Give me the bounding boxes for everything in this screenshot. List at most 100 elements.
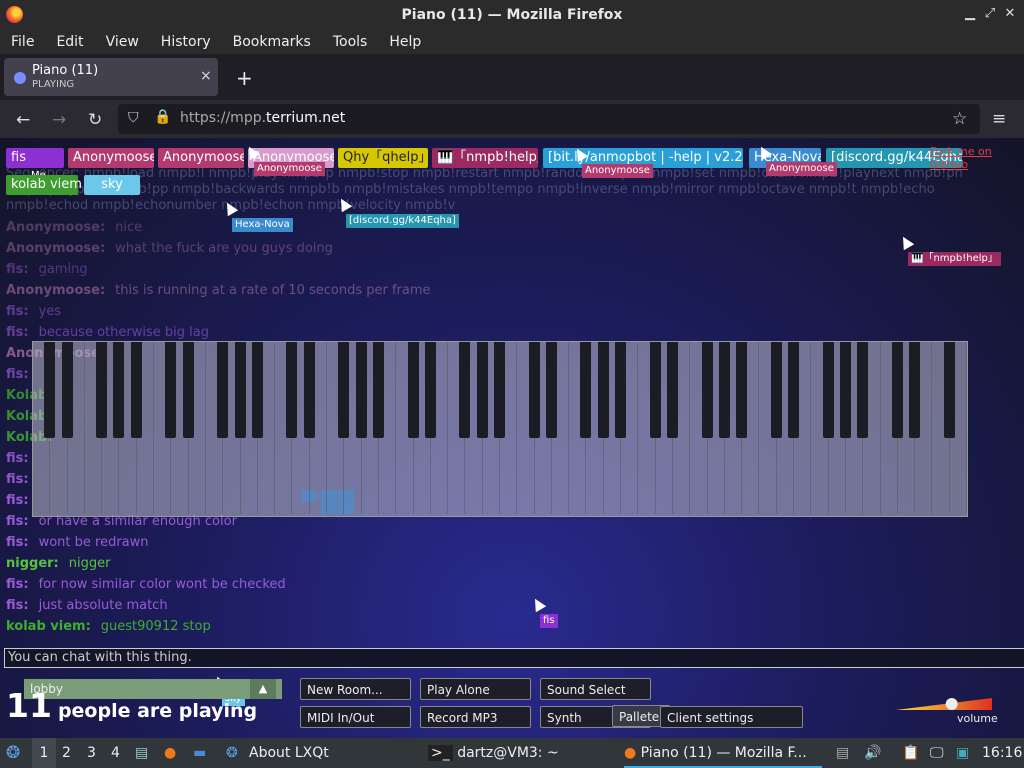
black-key[interactable]: [857, 342, 869, 438]
desktop-icon[interactable]: ▬: [193, 738, 206, 768]
black-key[interactable]: [839, 342, 851, 438]
clipboard-icon[interactable]: 📋: [902, 738, 919, 768]
cursor-name-tag: Anonymoose: [582, 164, 653, 178]
user-label[interactable]: 🎹「nmpb!help」: [432, 148, 538, 168]
black-key[interactable]: [649, 342, 661, 438]
black-key[interactable]: [597, 342, 609, 438]
record-mp3-button[interactable]: Record MP3: [420, 706, 531, 728]
monitor-icon[interactable]: 🖵: [930, 738, 944, 768]
black-key[interactable]: [338, 342, 350, 438]
black-key[interactable]: [736, 342, 748, 438]
reload-icon[interactable]: ↻: [88, 110, 102, 130]
chat-text: just absolute match: [38, 598, 168, 613]
workspace-4[interactable]: 4: [111, 738, 120, 768]
black-key[interactable]: [96, 342, 108, 438]
black-key[interactable]: [407, 342, 419, 438]
close-window-icon[interactable]: ✕: [1002, 6, 1018, 22]
black-key[interactable]: [580, 342, 592, 438]
black-key[interactable]: [545, 342, 557, 438]
black-key[interactable]: [718, 342, 730, 438]
back-icon[interactable]: ←: [16, 110, 30, 130]
maximize-icon[interactable]: ⤢: [982, 6, 998, 22]
black-key[interactable]: [286, 342, 298, 438]
taskbar: ❂ 1 2 3 4 ▤ ● ▬ ❂ About LXQt >_ dartz@VM…: [0, 738, 1024, 768]
client-settings-button[interactable]: Client settings: [660, 706, 803, 728]
menu-tools[interactable]: Tools: [322, 34, 379, 50]
chat-message: kolab viem: guest90912 stop: [6, 619, 211, 634]
black-key[interactable]: [61, 342, 73, 438]
network-icon[interactable]: ▣: [956, 738, 969, 768]
midi-button[interactable]: MIDI In/Out: [300, 706, 411, 728]
black-key[interactable]: [372, 342, 384, 438]
black-key[interactable]: [615, 342, 627, 438]
black-key[interactable]: [355, 342, 367, 438]
fork-github-link[interactable]: Fork me on GitHub: [930, 145, 1024, 171]
black-key[interactable]: [528, 342, 540, 438]
workspace-3[interactable]: 3: [87, 738, 96, 768]
lock-icon[interactable]: 🔒: [154, 109, 171, 125]
taskbar-terminal[interactable]: >_ dartz@VM3: ~: [428, 738, 559, 768]
speaker-icon[interactable]: 🔊: [864, 738, 881, 768]
user-label[interactable]: Qhy「qhelp」: [338, 148, 428, 168]
tray-arrow-icon[interactable]: ▤: [836, 738, 849, 768]
menu-bookmarks[interactable]: Bookmarks: [222, 34, 322, 50]
user-label[interactable]: fis: [6, 148, 64, 168]
chat-input[interactable]: You can chat with this thing.: [4, 648, 1024, 668]
play-alone-button[interactable]: Play Alone: [420, 678, 531, 700]
menu-view[interactable]: View: [95, 34, 150, 50]
black-key[interactable]: [234, 342, 246, 438]
hamburger-menu-icon[interactable]: ≡: [992, 109, 1006, 129]
url-bar[interactable]: ⛉ 🔒 https://mpp.terrium.net: [118, 104, 980, 134]
user-label[interactable]: Anonymoose: [158, 148, 244, 168]
black-key[interactable]: [476, 342, 488, 438]
shield-icon[interactable]: ⛉: [128, 110, 139, 126]
firefox-launcher-icon[interactable]: ●: [164, 738, 176, 768]
user-label[interactable]: Anonymoose: [68, 148, 154, 168]
user-label[interactable]: sky: [84, 175, 140, 195]
black-key[interactable]: [494, 342, 505, 438]
tab-close-icon[interactable]: ×: [200, 68, 212, 84]
menu-file[interactable]: File: [0, 34, 45, 50]
new-room-button[interactable]: New Room...: [300, 678, 411, 700]
black-key[interactable]: [424, 342, 436, 438]
black-key[interactable]: [891, 342, 903, 438]
volume-knob[interactable]: [945, 698, 958, 710]
taskbar-firefox[interactable]: ● Piano (11) — Mozilla F...: [624, 738, 822, 768]
workspace-2[interactable]: 2: [62, 738, 71, 768]
forward-icon[interactable]: →: [52, 110, 66, 130]
black-key[interactable]: [113, 342, 125, 438]
taskbar-about-lxqt[interactable]: About LXQt: [249, 738, 329, 768]
black-key[interactable]: [44, 342, 56, 438]
black-key[interactable]: [770, 342, 782, 438]
black-key[interactable]: [909, 342, 921, 438]
tab-piano[interactable]: Piano (11) PLAYING ×: [4, 58, 218, 96]
new-tab-button[interactable]: +: [236, 66, 253, 90]
chat-author: fis:: [6, 262, 29, 277]
workspace-1[interactable]: 1: [32, 738, 56, 768]
black-key[interactable]: [943, 342, 955, 438]
start-menu-icon[interactable]: ❂: [6, 738, 20, 768]
volume-slider[interactable]: [896, 698, 992, 710]
sound-select-button[interactable]: Sound Select: [540, 678, 651, 700]
black-key[interactable]: [788, 342, 800, 438]
black-key[interactable]: [822, 342, 834, 438]
black-key[interactable]: [251, 342, 263, 438]
menu-edit[interactable]: Edit: [45, 34, 94, 50]
black-key[interactable]: [701, 342, 713, 438]
black-key[interactable]: [459, 342, 471, 438]
black-key[interactable]: [666, 342, 678, 438]
black-key[interactable]: [303, 342, 315, 438]
black-key[interactable]: [130, 342, 142, 438]
black-key[interactable]: [217, 342, 229, 438]
piano-keyboard[interactable]: [32, 341, 968, 517]
black-key[interactable]: [165, 342, 177, 438]
menu-help[interactable]: Help: [378, 34, 432, 50]
bookmark-star-icon[interactable]: ☆: [952, 109, 967, 129]
black-key[interactable]: [182, 342, 194, 438]
minimize-icon[interactable]: ▁: [962, 6, 978, 22]
menu-history[interactable]: History: [150, 34, 222, 50]
url-text[interactable]: https://mpp.terrium.net: [180, 110, 345, 126]
user-label[interactable]: kolab viem: [6, 175, 82, 195]
cursor-pointer-icon: [897, 233, 915, 251]
file-manager-icon[interactable]: ▤: [135, 738, 148, 768]
